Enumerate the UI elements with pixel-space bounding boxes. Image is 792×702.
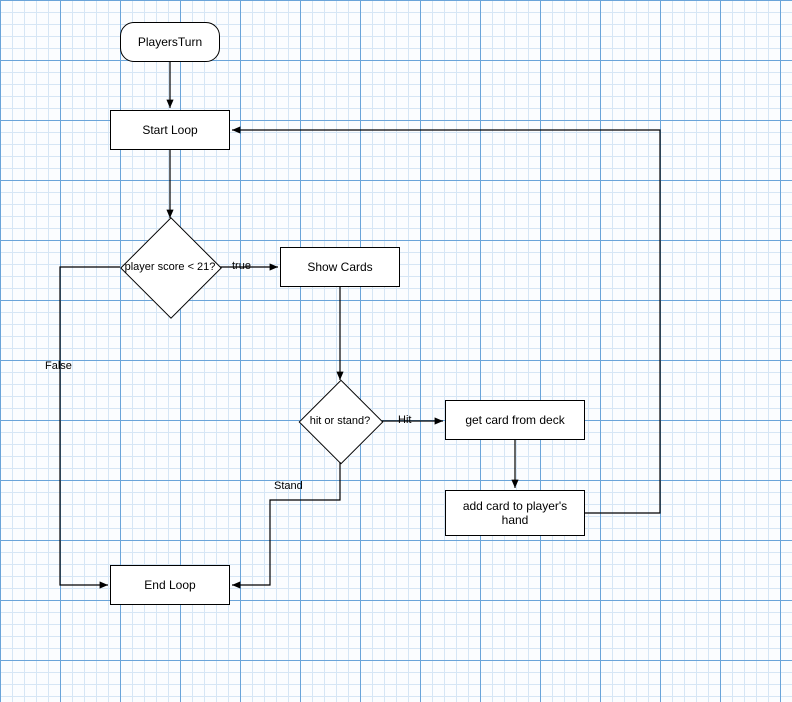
node-score-check[interactable] bbox=[120, 217, 222, 319]
edge-label-hit: Hit bbox=[398, 414, 411, 426]
node-end-loop[interactable]: End Loop bbox=[110, 565, 230, 605]
node-label: add card to player's hand bbox=[450, 499, 580, 527]
node-hit-stand[interactable] bbox=[299, 380, 384, 465]
node-label: Start Loop bbox=[142, 123, 197, 137]
node-label: PlayersTurn bbox=[138, 35, 202, 49]
node-players-turn[interactable]: PlayersTurn bbox=[120, 22, 220, 62]
node-label: get card from deck bbox=[465, 413, 564, 427]
node-get-card[interactable]: get card from deck bbox=[445, 400, 585, 440]
node-label: Show Cards bbox=[307, 260, 372, 274]
node-start-loop[interactable]: Start Loop bbox=[110, 110, 230, 150]
edge-label-true: true bbox=[232, 260, 251, 272]
node-label: End Loop bbox=[144, 578, 195, 592]
edge-label-false: False bbox=[45, 360, 72, 372]
flowchart-canvas: PlayersTurn Start Loop player score < 21… bbox=[0, 0, 792, 702]
node-show-cards[interactable]: Show Cards bbox=[280, 247, 400, 287]
node-add-card[interactable]: add card to player's hand bbox=[445, 490, 585, 536]
edge-label-stand: Stand bbox=[274, 480, 303, 492]
